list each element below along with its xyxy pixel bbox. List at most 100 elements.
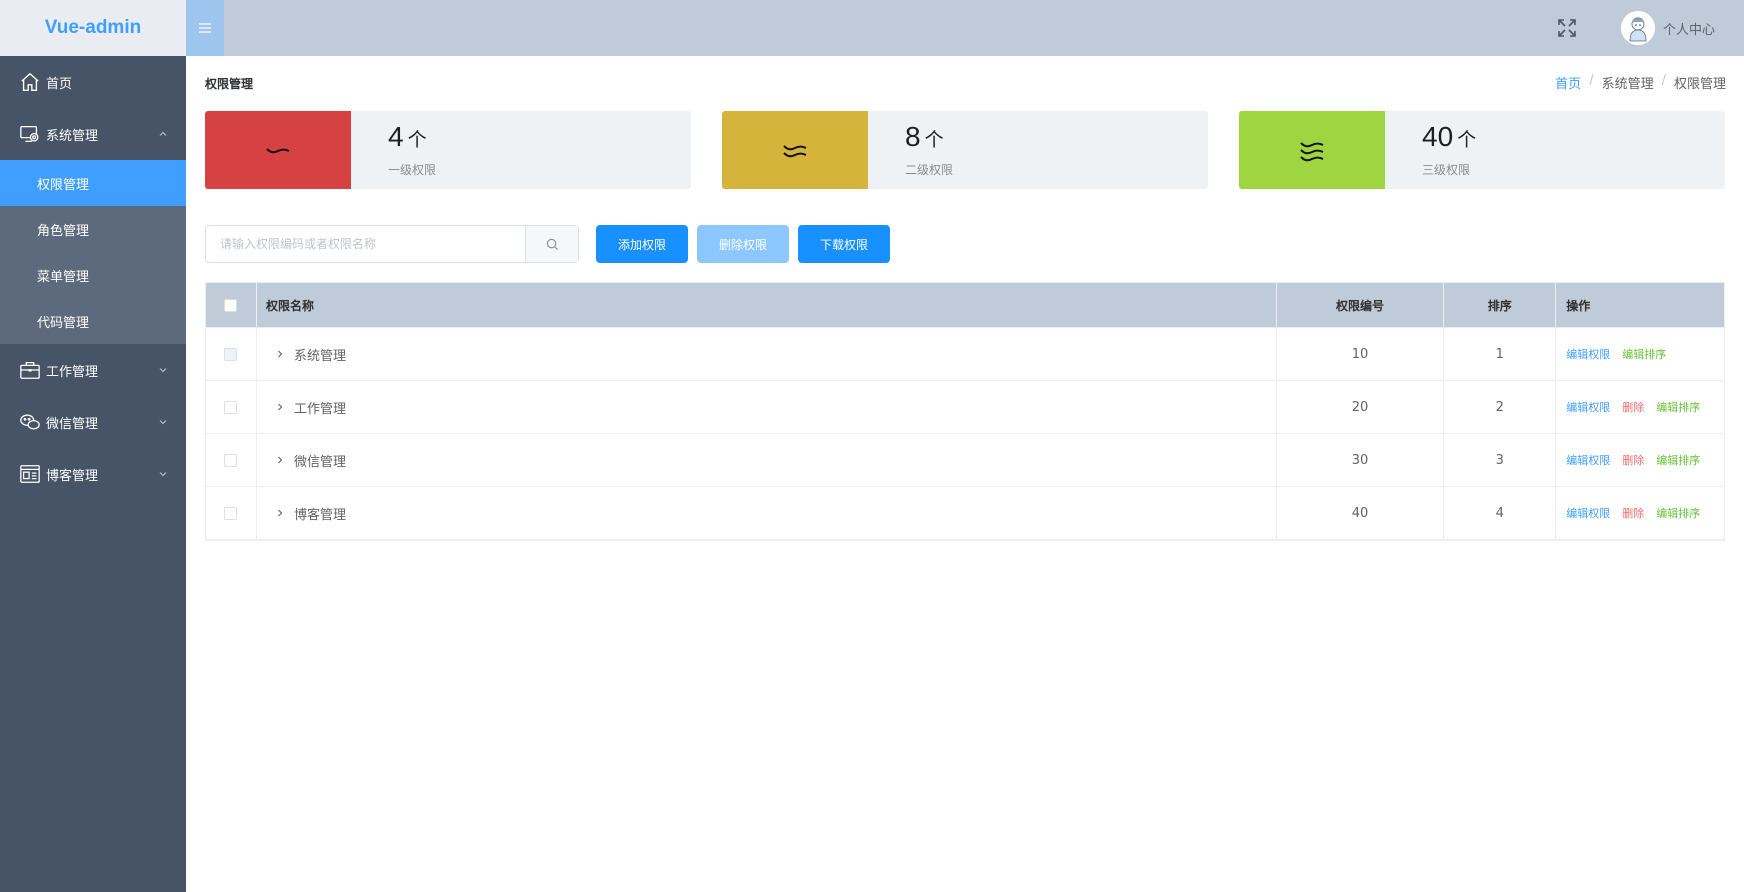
- page-title: 权限管理: [205, 77, 254, 91]
- chevron-down-icon: [159, 368, 167, 373]
- edit-permission-link[interactable]: 编辑权限: [1566, 452, 1610, 468]
- table-row: 博客管理 40 4 编辑权限 删除 编辑排序: [206, 487, 1724, 540]
- permission-sort: 2: [1444, 381, 1557, 433]
- breadcrumb-home[interactable]: 首页: [1555, 73, 1581, 92]
- breadcrumb: 首页 / 系统管理 / 权限管理: [1555, 73, 1726, 92]
- blog-icon: [18, 462, 42, 486]
- chevron-down-icon: [159, 420, 167, 425]
- chevron-up-icon: [159, 131, 167, 136]
- sidebar-item-code[interactable]: 代码管理: [0, 298, 186, 344]
- sidebar-item-label: 系统管理: [46, 128, 99, 144]
- stat-value: 8个: [905, 121, 944, 152]
- delete-link[interactable]: 删除: [1622, 399, 1644, 415]
- edit-permission-link[interactable]: 编辑权限: [1566, 505, 1610, 521]
- delete-link[interactable]: 删除: [1622, 452, 1644, 468]
- wave-one-icon: [205, 111, 351, 189]
- row-checkbox[interactable]: [224, 400, 238, 414]
- sidebar-item-blog[interactable]: 博客管理: [0, 448, 186, 500]
- expand-row-button[interactable]: [272, 346, 288, 362]
- stat-value: 4个: [388, 121, 427, 152]
- top-header: 个人中心: [186, 0, 1744, 56]
- column-header-name: 权限名称: [257, 283, 1277, 327]
- table-header: 权限名称 权限编号 排序 操作: [206, 283, 1724, 328]
- search-icon: [546, 238, 558, 250]
- table-row: 工作管理 20 2 编辑权限 删除 编辑排序: [206, 381, 1724, 434]
- sidebar-item-menu[interactable]: 菜单管理: [0, 252, 186, 298]
- edit-sort-link[interactable]: 编辑排序: [1622, 346, 1666, 362]
- row-checkbox[interactable]: [224, 506, 238, 520]
- column-header-code: 权限编号: [1277, 283, 1445, 327]
- breadcrumb-system: 系统管理: [1601, 77, 1654, 92]
- sidebar-item-label: 工作管理: [46, 364, 99, 380]
- edit-sort-link[interactable]: 编辑排序: [1656, 399, 1700, 415]
- sidebar-item-permission[interactable]: 权限管理: [0, 160, 186, 206]
- fullscreen-icon[interactable]: [1556, 17, 1578, 39]
- table-row: 系统管理 10 1 编辑权限 编辑排序: [206, 328, 1724, 381]
- chevron-right-icon: [278, 456, 283, 464]
- permission-sort: 1: [1444, 328, 1557, 380]
- submenu-system: 权限管理 角色管理 菜单管理 代码管理: [0, 160, 186, 344]
- permission-code: 30: [1277, 434, 1445, 486]
- wave-two-icon: [722, 111, 868, 189]
- sidebar-toggle-button[interactable]: [186, 0, 224, 56]
- user-center-link[interactable]: 个人中心: [1663, 19, 1715, 38]
- edit-sort-link[interactable]: 编辑排序: [1656, 452, 1700, 468]
- row-checkbox[interactable]: [224, 347, 238, 361]
- permission-name: 工作管理: [293, 401, 346, 417]
- expand-row-button[interactable]: [272, 399, 288, 415]
- edit-sort-link[interactable]: 编辑排序: [1656, 505, 1700, 521]
- system-settings-icon: [18, 122, 42, 146]
- wave-three-icon: [1239, 111, 1385, 189]
- app-logo[interactable]: Vue-admin: [0, 0, 186, 56]
- sidebar-item-work[interactable]: 工作管理: [0, 344, 186, 396]
- select-all-checkbox[interactable]: [224, 298, 238, 312]
- search-button[interactable]: [525, 226, 578, 262]
- sidebar-item-wechat[interactable]: 微信管理: [0, 396, 186, 448]
- expand-row-button[interactable]: [272, 505, 288, 521]
- briefcase-icon: [18, 358, 42, 382]
- permission-code: 40: [1277, 487, 1445, 539]
- permission-name: 系统管理: [293, 348, 346, 364]
- edit-permission-link[interactable]: 编辑权限: [1566, 346, 1610, 362]
- stat-value: 40 个: [1422, 121, 1477, 152]
- permission-table: 权限名称 权限编号 排序 操作 系统管理 10 1 编辑权限 编辑排序 工作管理: [205, 282, 1725, 541]
- permission-code: 20: [1277, 381, 1445, 433]
- add-permission-button[interactable]: 添加权限: [596, 225, 688, 263]
- search-input[interactable]: [206, 226, 524, 262]
- home-icon: [18, 70, 42, 94]
- download-permission-button[interactable]: 下载权限: [798, 225, 890, 263]
- avatar[interactable]: [1621, 11, 1655, 45]
- breadcrumb-separator: /: [1661, 73, 1666, 88]
- column-header-ops: 操作: [1566, 298, 1591, 313]
- stat-label: 一级权限: [388, 163, 437, 177]
- chevron-right-icon: [278, 509, 283, 517]
- permission-code: 10: [1277, 328, 1445, 380]
- permission-sort: 3: [1444, 434, 1557, 486]
- permission-sort: 4: [1444, 487, 1557, 539]
- sidebar-item-role[interactable]: 角色管理: [0, 206, 186, 252]
- sidebar-item-label: 微信管理: [46, 416, 99, 432]
- stat-card-level2: 8个 二级权限: [722, 111, 1208, 189]
- chevron-down-icon: [159, 472, 167, 477]
- table-row: 微信管理 30 3 编辑权限 删除 编辑排序: [206, 434, 1724, 487]
- breadcrumb-separator: /: [1589, 73, 1594, 88]
- hamburger-icon: [199, 23, 211, 33]
- permission-name: 微信管理: [293, 454, 346, 470]
- row-checkbox[interactable]: [224, 453, 238, 467]
- stat-card-level3: 40 个 三级权限: [1239, 111, 1725, 189]
- stat-label: 二级权限: [905, 163, 954, 177]
- sidebar-item-label: 博客管理: [46, 468, 99, 484]
- breadcrumb-current: 权限管理: [1673, 77, 1726, 92]
- search-box: [205, 225, 579, 263]
- column-header-sort: 排序: [1444, 283, 1557, 327]
- delete-permission-button[interactable]: 删除权限: [697, 225, 789, 263]
- wechat-icon: [18, 410, 42, 434]
- chevron-right-icon: [278, 403, 283, 411]
- sidebar-item-system[interactable]: 系统管理: [0, 108, 186, 160]
- expand-row-button[interactable]: [272, 452, 288, 468]
- edit-permission-link[interactable]: 编辑权限: [1566, 399, 1610, 415]
- sidebar-item-home[interactable]: 首页: [0, 56, 186, 108]
- stat-label: 三级权限: [1422, 163, 1471, 177]
- delete-link[interactable]: 删除: [1622, 505, 1644, 521]
- sidebar: Vue-admin 首页 系统管理 权限管理 角色管理 菜单管理 代码管理 工作…: [0, 0, 186, 892]
